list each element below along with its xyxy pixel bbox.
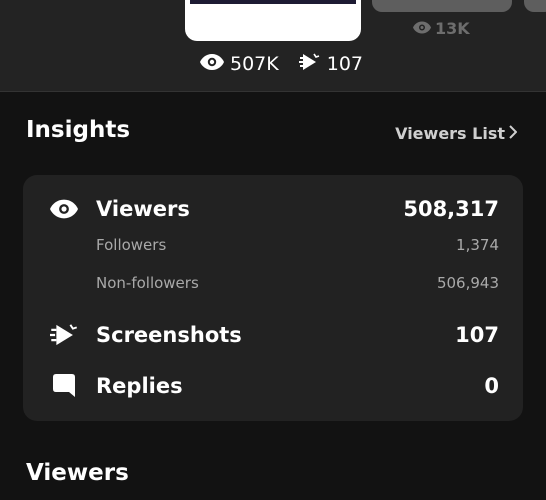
- viewers-section-title: Viewers: [26, 460, 129, 486]
- next-story-thumbnail-partial[interactable]: [524, 0, 546, 12]
- screenshots-value: 107: [455, 323, 499, 347]
- story-thumbnail-image: [190, 0, 356, 4]
- eye-icon: [200, 53, 224, 75]
- section-divider: [0, 91, 546, 92]
- followers-label: Followers: [96, 236, 167, 254]
- followers-value: 1,374: [456, 236, 499, 254]
- followers-row: Followers 1,374: [23, 235, 523, 255]
- replies-label: Replies: [96, 374, 183, 398]
- viewers-list-label: Viewers List: [395, 123, 505, 143]
- next-story-thumbnail[interactable]: [372, 0, 512, 12]
- next-story-views: 13K: [435, 18, 470, 38]
- replies-value: 0: [484, 374, 499, 398]
- viewers-list-link[interactable]: Viewers List: [395, 122, 518, 144]
- replies-row[interactable]: Replies 0: [23, 372, 523, 400]
- non-followers-label: Non-followers: [96, 274, 199, 292]
- screenshots-row[interactable]: Screenshots 107: [23, 321, 523, 349]
- current-story-thumbnail[interactable]: [185, 0, 361, 41]
- viewers-value: 508,317: [403, 197, 499, 221]
- viewers-row[interactable]: Viewers 508,317: [23, 195, 523, 223]
- next-story-view-count: 13K: [413, 18, 470, 38]
- screenshot-icon: [50, 321, 78, 349]
- current-story-screenshots: 107: [326, 53, 363, 75]
- insights-card: Viewers 508,317 Followers 1,374 Non-foll…: [23, 175, 523, 421]
- insights-title: Insights: [26, 117, 131, 143]
- non-followers-value: 506,943: [436, 274, 499, 292]
- chevron-right-icon: [509, 124, 518, 143]
- reply-bubble-icon: [50, 372, 78, 400]
- eye-icon: [413, 19, 431, 38]
- screenshots-label: Screenshots: [96, 323, 242, 347]
- eye-icon: [50, 195, 78, 223]
- screenshot-icon: [298, 52, 321, 77]
- non-followers-row: Non-followers 506,943: [23, 273, 523, 293]
- current-story-stats: 507K 107: [200, 52, 363, 76]
- current-story-views: 507K: [230, 53, 279, 75]
- viewers-label: Viewers: [96, 197, 190, 221]
- story-thumbnails-bar: 13K 507K 107: [0, 0, 546, 92]
